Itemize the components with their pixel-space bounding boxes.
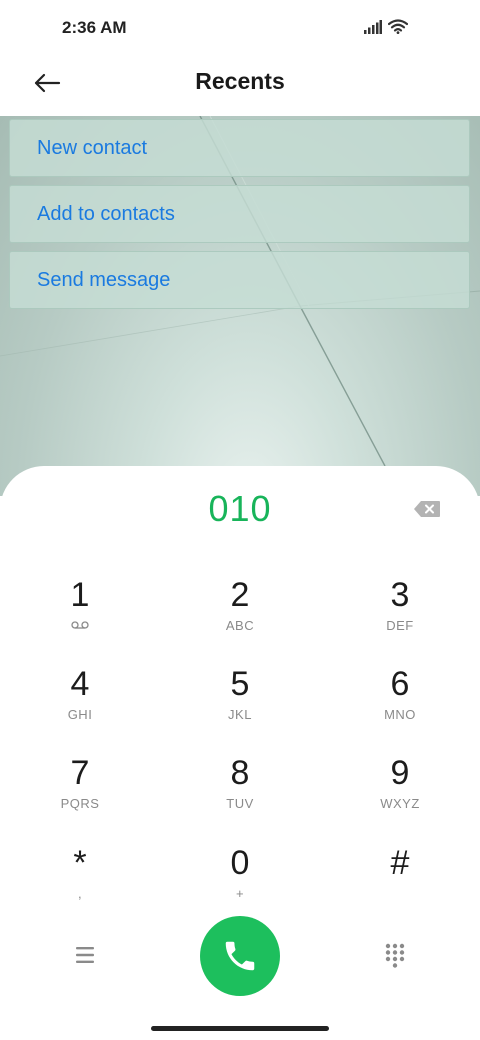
key-digit: 6 — [390, 665, 410, 703]
page-title: Recents — [195, 68, 285, 94]
status-time: 2:36 AM — [62, 18, 127, 37]
send-message-button[interactable]: Send message — [9, 251, 470, 309]
dialed-number: 010 — [208, 488, 272, 529]
key-digit: 8 — [230, 754, 250, 792]
key-6[interactable]: 6 MNO — [335, 665, 465, 745]
call-button[interactable] — [200, 916, 280, 996]
new-contact-label: New contact — [37, 136, 148, 159]
key-1[interactable]: 1 — [15, 576, 145, 656]
key-digit: 3 — [390, 576, 410, 614]
key-digit: 7 — [70, 754, 90, 792]
dialer-sheet: 010 1 2 ABC 3 DEF 4 GHI 5 JKL 6 MNO 7 PQ… — [0, 466, 480, 1040]
wifi-icon — [388, 19, 408, 34]
key-letters: DEF — [386, 618, 414, 633]
key-letters: TUV — [226, 796, 254, 811]
key-letters: PQRS — [60, 796, 100, 811]
add-to-contacts-label: Add to contacts — [37, 202, 175, 225]
menu-icon[interactable] — [74, 946, 96, 964]
key-digit: 4 — [70, 665, 90, 703]
key-4[interactable]: 4 GHI — [15, 665, 145, 745]
key-letters: + — [235, 886, 245, 901]
status-bar: 2:36 AM — [0, 0, 480, 56]
key-letters: ABC — [225, 618, 255, 633]
new-contact-button[interactable]: New contact — [9, 119, 470, 177]
voicemail-icon — [15, 618, 145, 632]
backspace-icon[interactable] — [413, 500, 441, 518]
key-digit: 0 — [230, 844, 250, 882]
key-9[interactable]: 9 WXYZ — [335, 754, 465, 834]
key-digit: 2 — [230, 576, 250, 614]
key-2[interactable]: 2 ABC — [175, 576, 305, 656]
dialer-bottom-bar — [0, 906, 480, 996]
key-digit: 1 — [70, 576, 90, 614]
key-letters — [335, 886, 465, 900]
key-digit: # — [390, 844, 410, 882]
key-5[interactable]: 5 JKL — [175, 665, 305, 745]
add-to-contacts-button[interactable]: Add to contacts — [9, 185, 470, 243]
key-letters: , — [77, 886, 83, 901]
status-icons — [364, 19, 408, 34]
phone-icon — [225, 941, 255, 971]
key-letters: MNO — [384, 707, 416, 722]
send-message-label: Send message — [37, 268, 171, 291]
signal-icon — [364, 20, 382, 34]
key-letters: WXYZ — [380, 796, 420, 811]
key-3[interactable]: 3 DEF — [335, 576, 465, 656]
key-digit: * — [73, 844, 87, 882]
key-7[interactable]: 7 PQRS — [15, 754, 145, 834]
key-letters: JKL — [228, 707, 252, 722]
key-digit: 9 — [390, 754, 410, 792]
keypad-icon[interactable] — [385, 943, 405, 969]
key-8[interactable]: 8 TUV — [175, 754, 305, 834]
key-digit: 5 — [230, 665, 250, 703]
home-indicator[interactable] — [151, 1026, 329, 1031]
app-header: Recents — [0, 56, 480, 116]
key-letters: GHI — [67, 707, 93, 722]
wallpaper-background: New contact Add to contacts Send message — [0, 116, 480, 496]
